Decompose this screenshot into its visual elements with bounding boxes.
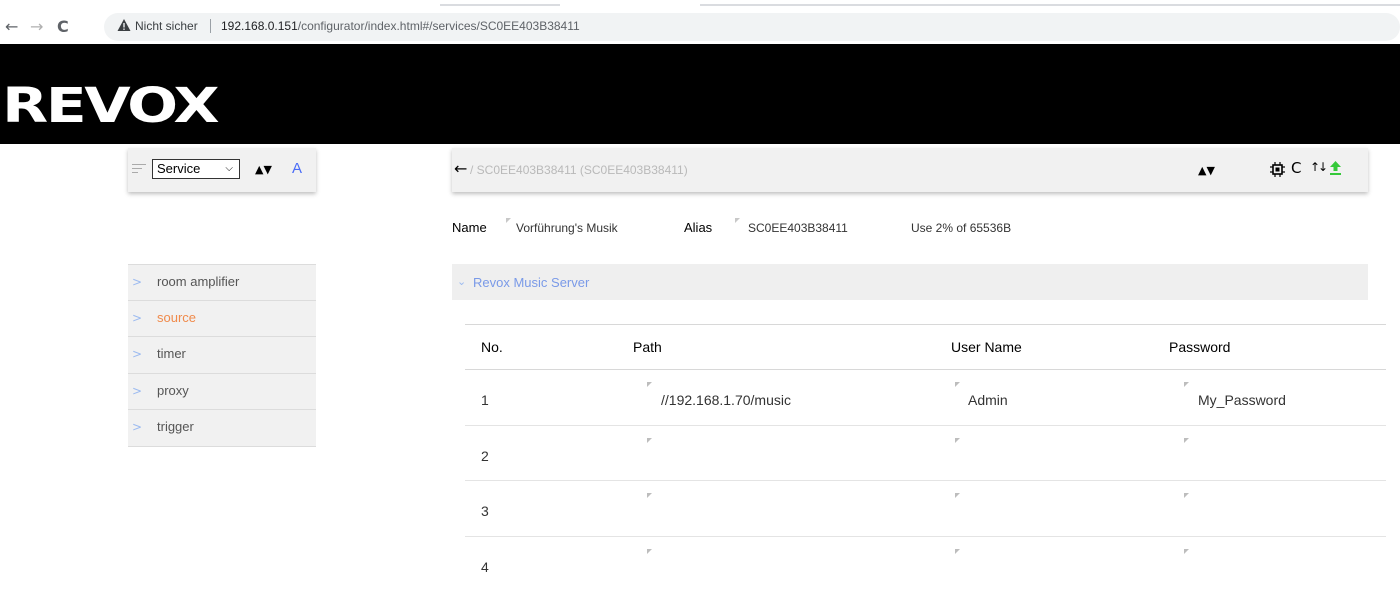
warning-icon[interactable]: [117, 18, 131, 32]
filter-icon[interactable]: [132, 164, 146, 176]
revox-logo: REVOX: [2, 82, 217, 130]
editable-corner: [1184, 493, 1189, 498]
editable-corner: [735, 218, 740, 223]
editable-corner: [647, 549, 652, 554]
sidebar-item-proxy[interactable]: > proxy: [128, 374, 316, 411]
chevron-down-icon: ⌵: [225, 160, 233, 178]
chevron-right-icon: >: [132, 275, 142, 289]
section-title: Revox Music Server: [473, 275, 589, 290]
user-name-field[interactable]: Admin: [955, 382, 1155, 412]
editable-corner: [1184, 438, 1189, 443]
path-field[interactable]: [647, 493, 937, 523]
detail-toolbar: ← / SC0EE403B38411 (SC0EE403B38411) ▲▼ C…: [452, 148, 1368, 192]
sort-icon[interactable]: ▲▼: [255, 163, 272, 176]
table-header: No. Path User Name Password: [465, 324, 1386, 370]
browser-toolbar: ← → C Nicht sicher 192.168.0.151/configu…: [0, 0, 1400, 44]
chevron-down-icon: ⌄: [457, 275, 466, 288]
row-number: 1: [481, 392, 489, 408]
sort-icon[interactable]: ▲▼: [1198, 164, 1215, 177]
chevron-right-icon: >: [132, 347, 142, 361]
chevron-right-icon: >: [132, 311, 142, 325]
editable-corner: [1184, 382, 1189, 387]
memory-usage: Use 2% of 65536B: [911, 221, 1011, 235]
section-revox-music-server[interactable]: ⌄ Revox Music Server: [452, 264, 1368, 300]
editable-corner: [1184, 549, 1189, 554]
table-row: 2: [465, 426, 1386, 482]
forward-arrow-icon[interactable]: →: [30, 17, 43, 37]
address-separator: [210, 19, 211, 33]
column-header-password: Password: [1169, 339, 1230, 355]
table-row: 4: [465, 537, 1386, 592]
alphabetical-sort-icon[interactable]: A: [292, 160, 302, 177]
sidebar-item-label: timer: [157, 346, 186, 361]
type-select[interactable]: Service ⌵: [152, 159, 240, 179]
column-header-no: No.: [481, 339, 503, 355]
type-select-value: Service: [157, 161, 200, 176]
editable-corner: [955, 438, 960, 443]
chevron-right-icon: >: [132, 420, 142, 434]
editable-corner: [955, 549, 960, 554]
back-arrow-icon[interactable]: ←: [5, 17, 18, 37]
user-name-field[interactable]: [955, 493, 1155, 523]
sidebar-item-trigger[interactable]: > trigger: [128, 410, 316, 447]
security-label[interactable]: Nicht sicher: [135, 19, 198, 33]
password-field[interactable]: My_Password: [1184, 382, 1384, 412]
path-value: //192.168.1.70/music: [661, 392, 791, 408]
breadcrumb: / SC0EE403B38411 (SC0EE403B38411): [470, 163, 688, 177]
active-tab-edge: [560, 2, 700, 8]
user-name-field[interactable]: [955, 438, 1155, 468]
filter-bar: Service ⌵ ▲▼ A: [128, 148, 316, 192]
upload-icon[interactable]: [1329, 160, 1342, 176]
reload-icon[interactable]: C: [57, 17, 69, 37]
path-field[interactable]: [647, 549, 937, 579]
chevron-right-icon: >: [132, 384, 142, 398]
swap-icon[interactable]: ↑↓: [1310, 160, 1326, 174]
alias-label: Alias: [684, 220, 712, 235]
user-name-value: Admin: [968, 392, 1008, 408]
path-field[interactable]: //192.168.1.70/music: [647, 382, 937, 412]
column-header-path: Path: [633, 339, 662, 355]
editable-corner: [955, 493, 960, 498]
sidebar-item-timer[interactable]: > timer: [128, 337, 316, 374]
chip-icon[interactable]: [1270, 162, 1285, 177]
shares-table: No. Path User Name Password 1 //192.168.…: [465, 324, 1386, 592]
back-arrow-icon[interactable]: ←: [454, 161, 467, 177]
password-field[interactable]: [1184, 549, 1384, 579]
sidebar-item-room-amplifier[interactable]: > room amplifier: [128, 264, 316, 301]
refresh-icon[interactable]: C: [1291, 159, 1301, 177]
sidebar-item-label: proxy: [157, 383, 189, 398]
editable-corner: [647, 438, 652, 443]
user-name-field[interactable]: [955, 549, 1155, 579]
row-number: 3: [481, 503, 489, 519]
sidebar-nav: > room amplifier > source > timer > proxy > t…: [128, 264, 316, 447]
name-field[interactable]: Vorführung's Musik: [516, 221, 618, 235]
row-number: 2: [481, 448, 489, 464]
name-label: Name: [452, 220, 487, 235]
column-header-user: User Name: [951, 339, 1022, 355]
alias-field[interactable]: SC0EE403B38411: [748, 221, 848, 235]
editable-corner: [506, 218, 511, 223]
editable-corner: [647, 382, 652, 387]
table-row: 1 //192.168.1.70/music Admin My_Password: [465, 370, 1386, 426]
path-field[interactable]: [647, 438, 937, 468]
sidebar-item-label: trigger: [157, 419, 194, 434]
password-value: My_Password: [1198, 392, 1286, 408]
url-path: /configurator/index.html#/services/SC0EE…: [298, 19, 580, 33]
sidebar-item-label: room amplifier: [157, 274, 239, 289]
url-host: 192.168.0.151: [221, 19, 298, 33]
editable-corner: [647, 493, 652, 498]
table-row: 3: [465, 481, 1386, 537]
url-text[interactable]: 192.168.0.151/configurator/index.html#/s…: [221, 19, 580, 33]
editable-corner: [955, 382, 960, 387]
password-field[interactable]: [1184, 438, 1384, 468]
password-field[interactable]: [1184, 493, 1384, 523]
sidebar-item-source[interactable]: > source: [128, 301, 316, 338]
sidebar-item-label: source: [157, 310, 196, 325]
row-number: 4: [481, 559, 489, 575]
